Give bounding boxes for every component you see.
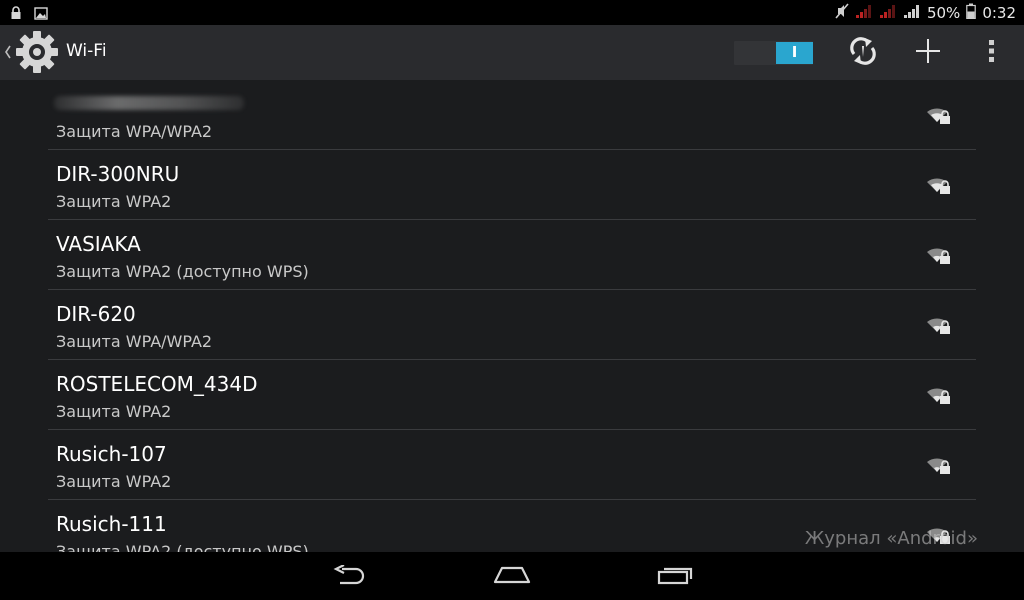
chevron-left-icon[interactable]: [4, 44, 12, 63]
wifi-lock-icon: [926, 245, 952, 269]
navigation-bar: [0, 552, 1024, 600]
back-button[interactable]: [320, 560, 380, 594]
wifi-lock-icon: [926, 175, 952, 199]
wps-button[interactable]: [845, 35, 881, 71]
hidden-network-name: [54, 96, 244, 110]
overflow-menu-button[interactable]: [974, 35, 1010, 71]
add-network-button[interactable]: [910, 35, 946, 71]
status-bar-system: 50% 0:32: [835, 3, 1016, 23]
network-security: Защита WPA2: [56, 192, 172, 211]
network-security: Защита WPA/WPA2: [56, 332, 213, 351]
mute-icon: [835, 3, 849, 23]
network-item[interactable]: Rusich-107 Защита WPA2: [48, 430, 976, 500]
network-name: Rusich-107: [56, 442, 167, 466]
wifi-network-list: Защита WPA/WPA2 DIR-300NRU Защита WPA2 V…: [48, 80, 976, 552]
network-item[interactable]: ROSTELECOM_434D Защита WPA2: [48, 360, 976, 430]
wifi-lock-icon: [926, 315, 952, 339]
network-security: Защита WPA/WPA2: [56, 122, 213, 141]
network-item[interactable]: VASIAKA Защита WPA2 (доступно WPS): [48, 220, 976, 290]
settings-gear-icon[interactable]: [14, 29, 60, 79]
back-icon: [332, 564, 368, 589]
battery-icon: [966, 3, 977, 23]
add-icon: [915, 38, 941, 68]
status-bar: 50% 0:32: [0, 0, 1024, 25]
wifi-lock-icon: [926, 525, 952, 549]
wifi-lock-icon: [926, 385, 952, 409]
network-name: ROSTELECOM_434D: [56, 372, 258, 396]
image-notification-icon: [34, 5, 48, 24]
network-name: DIR-300NRU: [56, 162, 180, 186]
network-item[interactable]: DIR-620 Защита WPA/WPA2: [48, 290, 976, 360]
network-security: Защита WPA2 (доступно WPS): [56, 542, 309, 552]
network-name: DIR-620: [56, 302, 136, 326]
clock: 0:32: [982, 3, 1016, 22]
action-bar: Wi-Fi I: [0, 25, 1024, 80]
network-item[interactable]: Защита WPA/WPA2: [48, 80, 976, 150]
wifi-toggle[interactable]: I: [734, 41, 813, 65]
lock-icon: [10, 5, 22, 24]
network-name: Rusich-111: [56, 512, 167, 536]
page-title: Wi-Fi: [66, 41, 107, 61]
signal-icon-2: [879, 3, 897, 23]
wifi-toggle-thumb[interactable]: I: [776, 42, 813, 64]
wps-icon: [848, 36, 878, 70]
recent-apps-icon: [657, 565, 693, 589]
signal-icon-3: [903, 3, 921, 23]
network-security: Защита WPA2: [56, 472, 172, 491]
wifi-toggle-label: I: [791, 43, 798, 61]
network-security: Защита WPA2: [56, 402, 172, 421]
network-name: VASIAKA: [56, 232, 141, 256]
network-item[interactable]: DIR-300NRU Защита WPA2: [48, 150, 976, 220]
home-icon: [492, 565, 532, 589]
network-security: Защита WPA2 (доступно WPS): [56, 262, 309, 281]
wifi-lock-icon: [926, 455, 952, 479]
status-bar-notifications: [10, 5, 48, 24]
signal-icon: [855, 3, 873, 23]
home-button[interactable]: [482, 560, 542, 594]
wifi-lock-icon: [926, 105, 952, 129]
battery-percent: 50%: [926, 3, 961, 22]
overflow-icon: [988, 39, 996, 67]
recent-apps-button[interactable]: [645, 560, 705, 594]
network-item[interactable]: Rusich-111 Защита WPA2 (доступно WPS): [48, 500, 976, 552]
